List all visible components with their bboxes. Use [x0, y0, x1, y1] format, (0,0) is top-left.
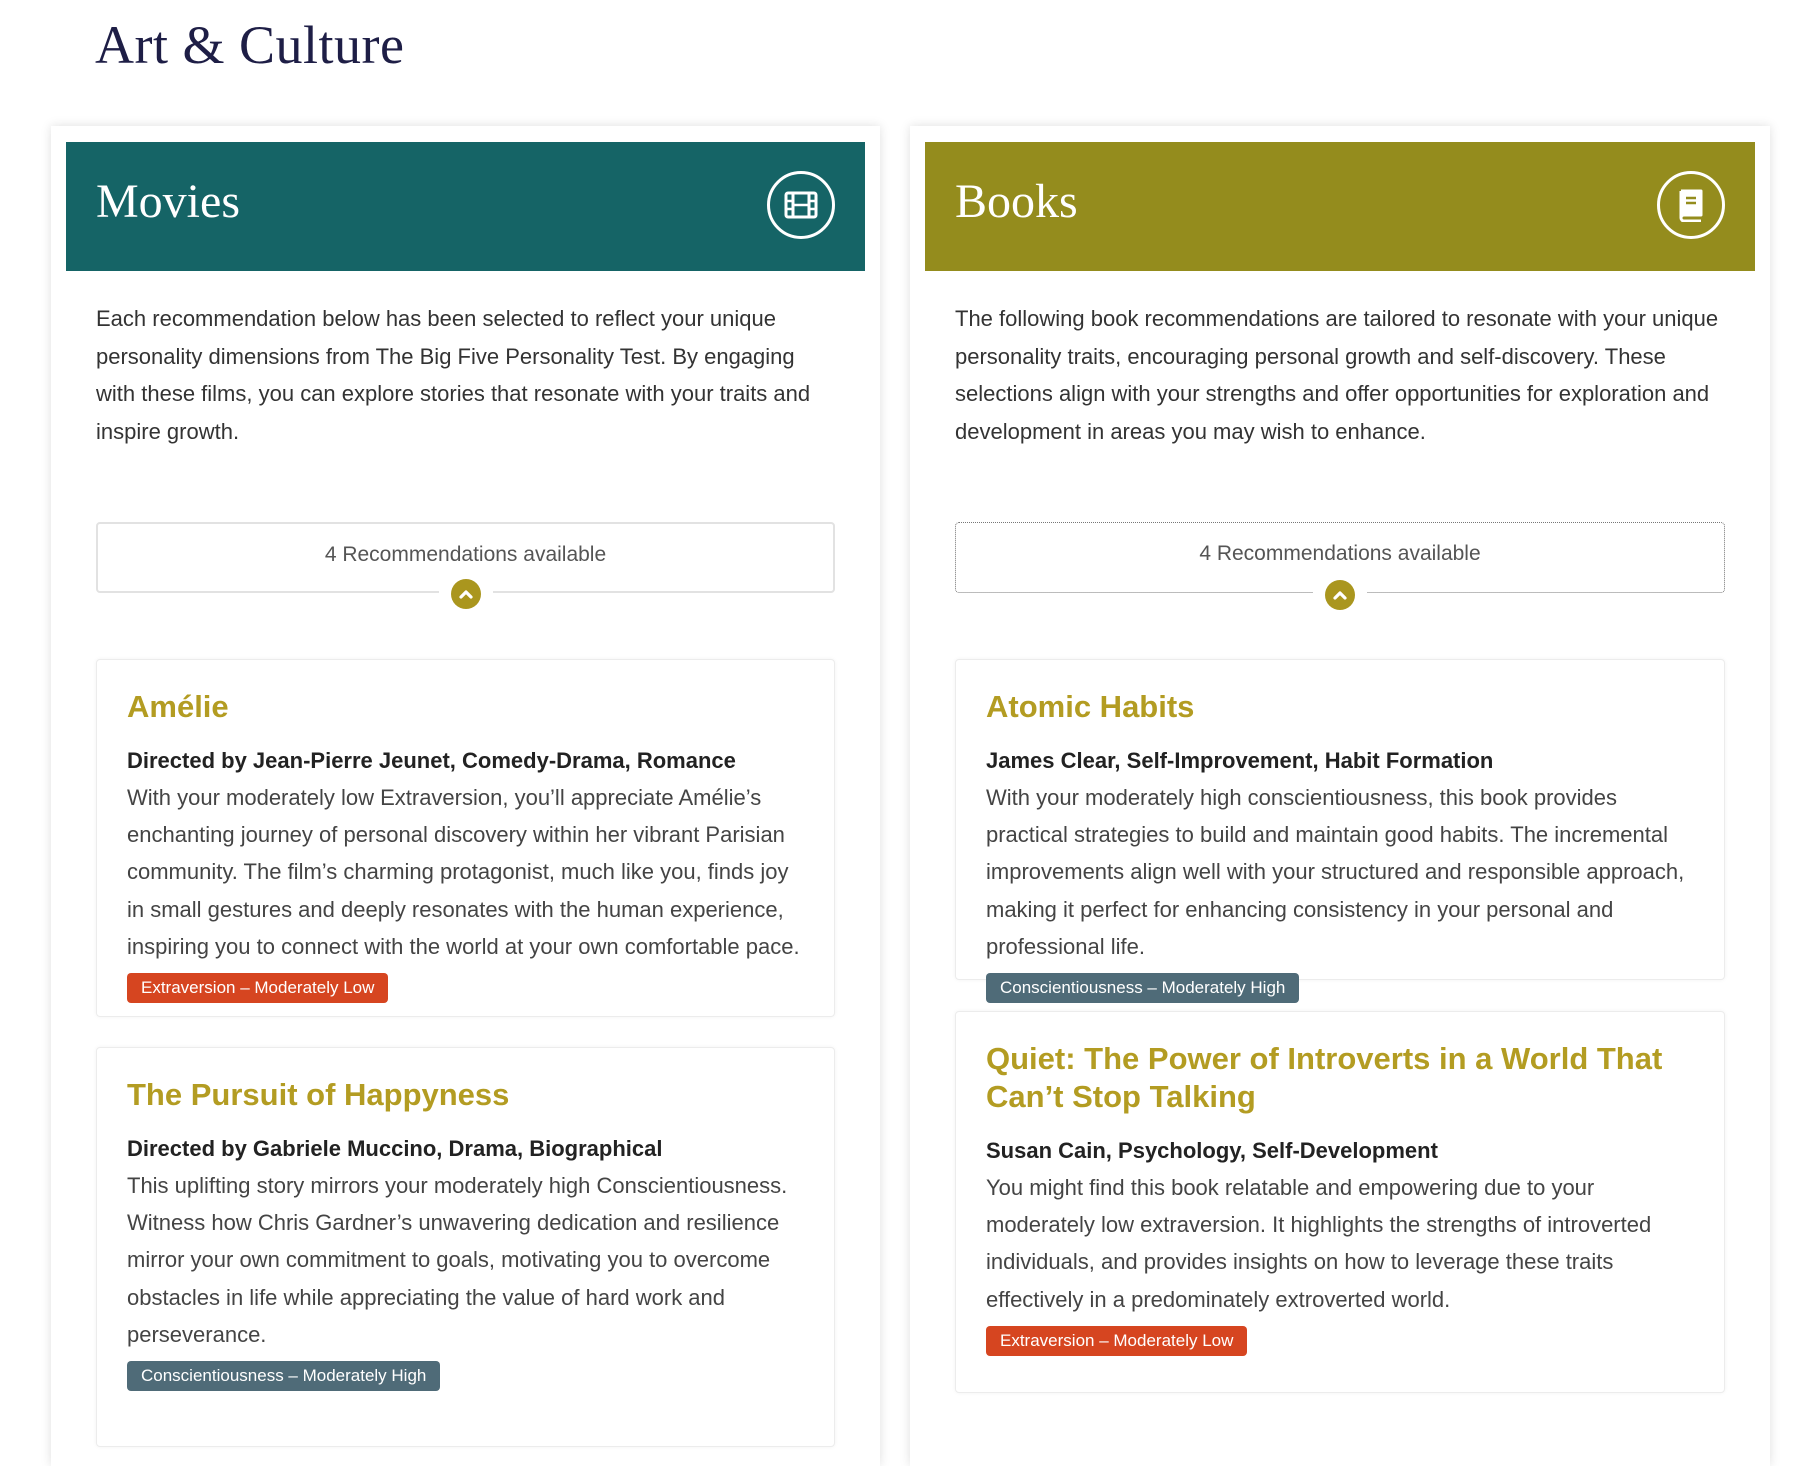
book-title: Atomic Habits: [986, 689, 1195, 724]
book-meta: James Clear, Self-Improvement, Habit For…: [986, 748, 1494, 773]
book-card: Quiet: The Power of Introverts in a Worl…: [955, 1011, 1725, 1393]
movie-card: Amélie Directed by Jean-Pierre Jeunet, C…: [96, 659, 835, 1017]
movie-title: Amélie: [127, 689, 229, 724]
books-recommendations-toggle[interactable]: 4 Recommendations available: [955, 522, 1725, 610]
movies-recommendations-toggle[interactable]: 4 Recommendations available: [96, 522, 835, 609]
book-meta: Susan Cain, Psychology, Self-Development: [986, 1138, 1438, 1163]
movie-title: The Pursuit of Happyness: [127, 1077, 510, 1112]
chevron-up-icon: [450, 579, 481, 609]
trait-badge: Conscientiousness – Moderately High: [986, 973, 1300, 1004]
movie-description: With your moderately low Extraversion, y…: [127, 785, 800, 959]
recommendations-count-label: 4 Recommendations available: [324, 543, 607, 566]
movies-intro: Each recommendation below has been selec…: [96, 306, 811, 444]
collapse-button[interactable]: [438, 579, 493, 609]
page-title: Art & Culture: [95, 15, 405, 75]
trait-badge: Conscientiousness – Moderately High: [127, 1361, 441, 1392]
trait-badge: Extraversion – Moderately Low: [127, 973, 389, 1004]
film-icon: [767, 171, 835, 239]
book-icon: [1657, 171, 1725, 239]
recommendations-count-label: 4 Recommendations available: [1199, 542, 1481, 565]
movie-description: This uplifting story mirrors your modera…: [127, 1173, 788, 1347]
chevron-up-icon: [1325, 580, 1355, 610]
collapse-button[interactable]: [1313, 580, 1367, 610]
books-column: Books The following book recommendations…: [910, 126, 1770, 1466]
books-title: Books: [955, 175, 1078, 228]
books-intro: The following book recommendations are t…: [955, 306, 1719, 444]
book-title: Quiet: The Power of Introverts in a Worl…: [986, 1041, 1663, 1114]
movies-title: Movies: [96, 175, 240, 228]
movies-header: Movies: [66, 142, 865, 271]
book-card: Atomic Habits James Clear, Self-Improvem…: [955, 659, 1725, 1004]
movie-meta: Directed by Gabriele Muccino, Drama, Bio…: [127, 1136, 663, 1161]
books-header: Books: [925, 142, 1755, 271]
trait-badge: Extraversion – Moderately Low: [986, 1325, 1248, 1356]
movie-card: The Pursuit of Happyness Directed by Gab…: [96, 1047, 835, 1447]
movie-meta: Directed by Jean-Pierre Jeunet, Comedy-D…: [127, 748, 736, 773]
book-description: You might find this book relatable and e…: [986, 1175, 1652, 1312]
book-description: With your moderately high conscientiousn…: [986, 785, 1685, 959]
movies-column: Movies Each recommendation below has bee…: [51, 126, 880, 1466]
